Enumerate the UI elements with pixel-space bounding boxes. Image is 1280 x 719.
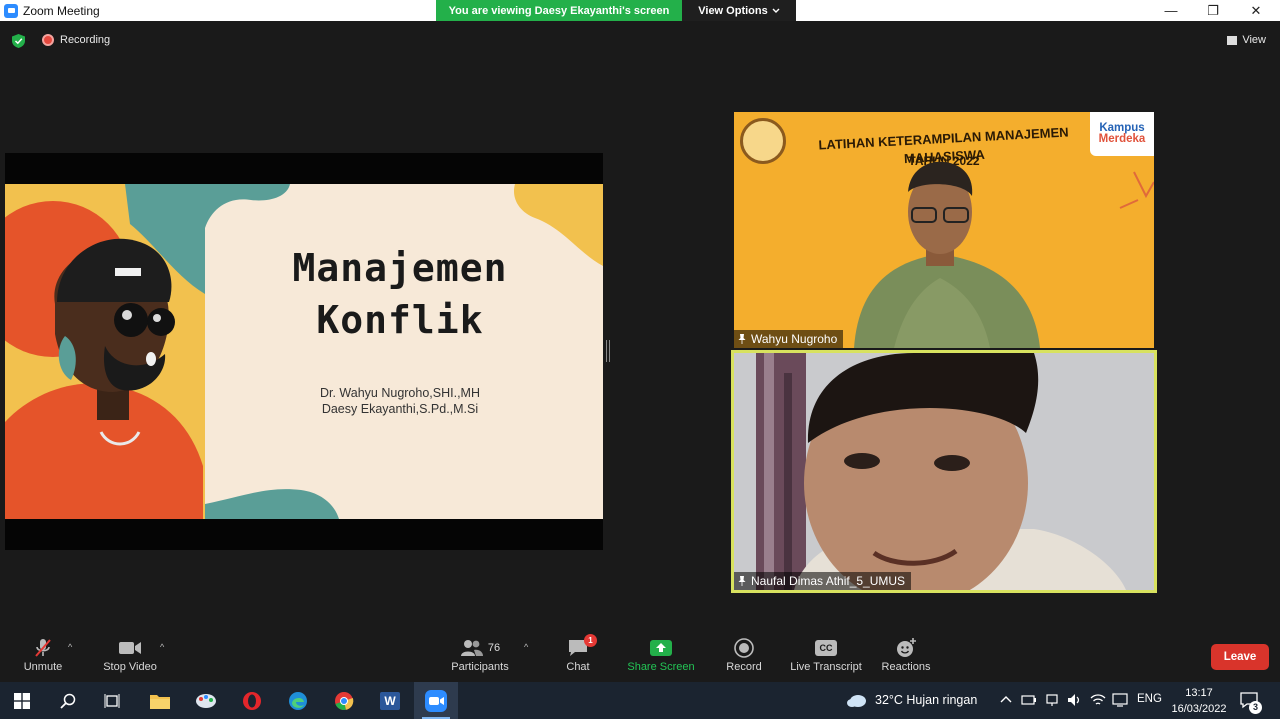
windows-taskbar: W 32°C Hujan ringan ENG 3: [0, 682, 1280, 719]
window-title: Zoom Meeting: [23, 3, 100, 18]
wifi-icon[interactable]: [1090, 693, 1106, 707]
unmute-label: Unmute: [23, 661, 63, 673]
view-button[interactable]: View: [1227, 34, 1266, 46]
zoom-icon: [425, 689, 447, 712]
viewing-screen-banner: You are viewing Daesy Ekayanthi's screen: [436, 0, 682, 21]
participant-name-label: Naufal Dimas Athif_5_UMUS: [734, 572, 912, 590]
share-screen-icon: [650, 640, 672, 656]
participants-count: 76: [487, 642, 501, 654]
participants-label: Participants: [451, 661, 509, 673]
volume-icon[interactable]: [1066, 692, 1082, 708]
opera-icon: [243, 691, 261, 710]
battery-icon[interactable]: [1021, 693, 1037, 707]
edge-icon: [289, 691, 307, 710]
share-screen-button[interactable]: Share Screen: [622, 627, 700, 682]
task-view-button[interactable]: [90, 682, 134, 719]
leave-meeting-button[interactable]: Leave: [1211, 644, 1269, 670]
reactions-label: Reactions: [881, 661, 931, 673]
reactions-button[interactable]: Reactions: [878, 627, 934, 682]
chat-label: Chat: [566, 661, 590, 673]
app-button-paint[interactable]: [184, 682, 228, 719]
unmute-button[interactable]: Unmute: [18, 627, 68, 682]
record-icon: [734, 638, 754, 658]
participants-options-caret[interactable]: ^: [524, 642, 528, 652]
display-icon[interactable]: [1112, 692, 1128, 708]
chevron-up-icon[interactable]: [1000, 695, 1012, 703]
closed-caption-icon: CC: [815, 640, 837, 656]
video-tile-naufal-active-speaker[interactable]: Naufal Dimas Athif_5_UMUS: [731, 350, 1157, 593]
participant-video-face: [734, 353, 1154, 590]
zoom-meeting-window: Zoom Meeting — ❐ ✕ You are viewing Daesy…: [0, 0, 1280, 719]
slide-title: Manajemen Konflik: [200, 242, 600, 346]
recording-label[interactable]: Recording: [60, 34, 110, 46]
audio-options-caret[interactable]: ^: [68, 642, 72, 652]
record-button[interactable]: Record: [720, 627, 768, 682]
video-tile-wahyu-nugroho[interactable]: LATIHAN KETERAMPILAN MANAJEMEN MAHASISWA…: [734, 112, 1154, 348]
weather-cloud-icon: [847, 695, 866, 707]
participant-name-label: Wahyu Nugroho: [734, 330, 844, 348]
paint-app-icon: [196, 693, 216, 708]
record-label: Record: [726, 661, 762, 673]
chrome-browser-button[interactable]: [322, 682, 366, 719]
slide-author-2: Daesy Ekayanthi,S.Pd.,M.Si: [321, 402, 479, 416]
participants-button[interactable]: 76 Participants: [446, 627, 514, 682]
close-button[interactable]: ✕: [1235, 0, 1277, 21]
view-label: View: [1242, 34, 1266, 46]
slide-author-1: Dr. Wahyu Nugroho,SHI.,MH: [319, 386, 480, 400]
input-language[interactable]: ENG: [1137, 693, 1162, 705]
chrome-icon: [335, 691, 354, 710]
search-icon: [60, 693, 76, 709]
restore-button[interactable]: ❐: [1192, 0, 1234, 21]
minimize-button[interactable]: —: [1150, 0, 1192, 21]
clock-date: 16/03/2022: [1171, 703, 1227, 715]
stop-video-button[interactable]: Stop Video: [98, 627, 162, 682]
live-transcript-label: Live Transcript: [790, 661, 862, 673]
task-view-icon: [104, 693, 120, 708]
slide-title-line-2: Konflik: [316, 298, 484, 342]
chevron-down-icon: [772, 8, 780, 13]
pin-icon: [738, 334, 746, 344]
panel-resize-handle[interactable]: [606, 340, 610, 362]
windows-logo-icon: [14, 692, 30, 709]
file-explorer-button[interactable]: [138, 682, 182, 719]
taskbar-clock[interactable]: 13:17 16/03/2022: [1168, 685, 1230, 717]
recording-icon: [42, 34, 54, 46]
microphone-muted-icon: [35, 639, 51, 657]
pin-icon: [738, 576, 746, 586]
word-icon: W: [380, 691, 400, 710]
participant-name: Naufal Dimas Athif_5_UMUS: [751, 574, 906, 588]
clock-time: 13:17: [1185, 687, 1213, 699]
zoom-app-taskbar-button[interactable]: [414, 682, 458, 719]
word-app-button[interactable]: W: [368, 682, 412, 719]
weather-status[interactable]: 32°C Hujan ringan: [875, 693, 977, 707]
participants-icon: [460, 640, 483, 656]
edge-browser-button[interactable]: [276, 682, 320, 719]
folder-icon: [150, 694, 170, 709]
view-options-label: View Options: [698, 4, 768, 17]
live-transcript-button[interactable]: CC Live Transcript: [786, 627, 866, 682]
chat-unread-badge: 1: [584, 634, 597, 647]
presentation-slide: Manajemen Konflik Dr. Wahyu Nugroho,SHI.…: [5, 184, 603, 519]
notification-count-badge: 3: [1249, 701, 1262, 714]
grid-view-icon: [1227, 35, 1238, 45]
start-button[interactable]: [0, 682, 44, 719]
share-screen-label: Share Screen: [627, 661, 695, 673]
network-icon[interactable]: [1045, 693, 1059, 707]
slide-illustration: [5, 184, 603, 519]
participant-video-figure: [854, 161, 1154, 348]
slide-title-line-1: Manajemen: [292, 246, 508, 290]
reactions-smiley-icon: [897, 638, 916, 657]
meeting-toolbar: Unmute ^ Stop Video ^ 76 Participants ^ …: [0, 627, 1280, 682]
participant-name: Wahyu Nugroho: [751, 332, 838, 346]
view-options-button[interactable]: View Options: [682, 0, 796, 21]
video-options-caret[interactable]: ^: [160, 642, 164, 652]
zoom-app-icon: [4, 3, 18, 18]
search-button[interactable]: [46, 682, 90, 719]
video-camera-icon: [119, 642, 141, 654]
stop-video-label: Stop Video: [103, 661, 157, 673]
shield-icon[interactable]: [12, 34, 25, 48]
opera-browser-button[interactable]: [230, 682, 274, 719]
